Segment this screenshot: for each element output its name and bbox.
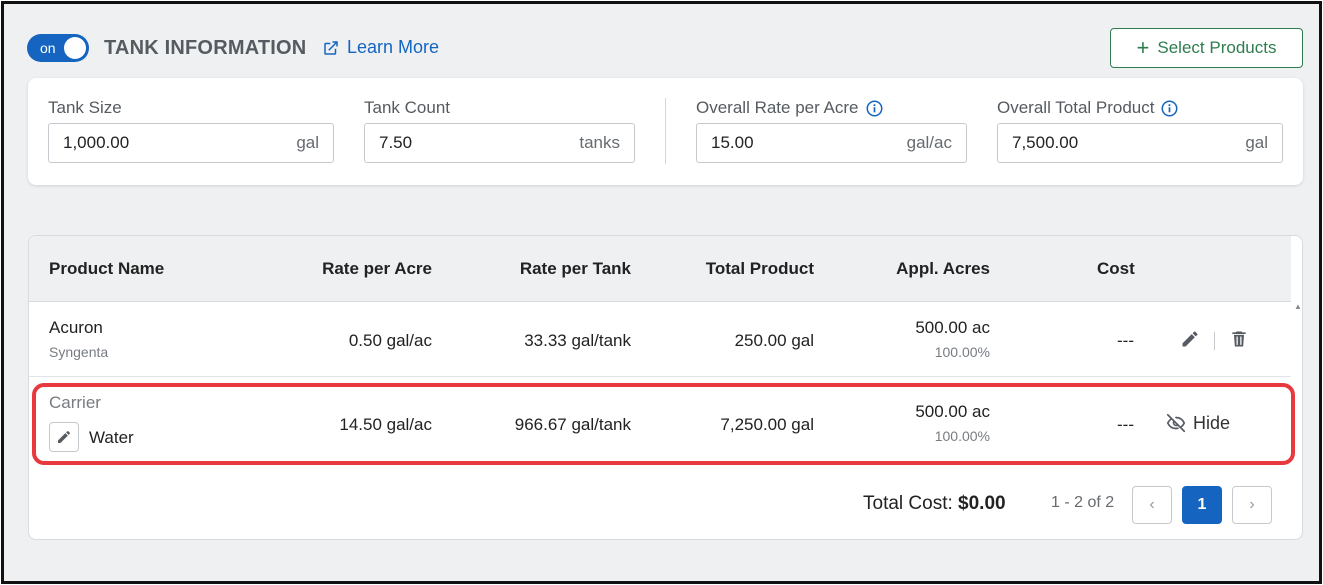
tank-info-toggle[interactable]: on [27, 34, 89, 62]
scroll-up-arrow[interactable]: ▲ [1294, 302, 1302, 311]
eye-off-icon [1166, 413, 1186, 433]
learn-more-label: Learn More [347, 37, 440, 57]
appl-acres-percent: 100.00% [934, 428, 990, 444]
appl-acres-percent: 100.00% [934, 344, 990, 360]
products-table: Product Name Rate per Acre Rate per Tank… [28, 235, 1303, 540]
rate-per-acre: 0.50 gal/ac [348, 331, 432, 350]
product-name: Water [89, 428, 134, 447]
col-product-name[interactable]: Product Name [49, 259, 164, 279]
overall-total-label: Overall Total Product [997, 98, 1178, 118]
info-icon[interactable] [866, 100, 883, 117]
col-rate-per-acre[interactable]: Rate per Acre [229, 259, 432, 279]
learn-more-link[interactable]: Learn More [322, 37, 439, 58]
info-icon[interactable] [1161, 100, 1178, 117]
overall-rate-label-text: Overall Rate per Acre [696, 98, 859, 117]
appl-acres: 500.00 ac [915, 318, 990, 337]
tank-count-label: Tank Count [364, 98, 450, 118]
toggle-label: on [40, 40, 56, 56]
overall-total-unit: gal [1245, 133, 1268, 152]
overall-total-value: 7,500.00 [1012, 133, 1079, 152]
appl-acres: 500.00 ac [915, 402, 990, 421]
tank-size-unit: gal [296, 133, 319, 152]
rate-per-acre: 14.50 gal/ac [339, 415, 432, 434]
edit-pencil-icon[interactable] [1180, 329, 1200, 349]
overall-total-field[interactable]: 7,500.00 gal [997, 123, 1283, 163]
tank-size-label-text: Tank Size [48, 98, 122, 117]
action-divider [1214, 332, 1215, 350]
chevron-left-icon: ‹ [1149, 496, 1155, 513]
tank-inputs-card: Tank Size 1,000.00 gal Tank Count 7.50 t… [28, 78, 1303, 185]
tank-size-label: Tank Size [48, 98, 122, 118]
edit-carrier-button[interactable] [49, 422, 79, 452]
overall-total-label-text: Overall Total Product [997, 98, 1155, 117]
product-name: Acuron [49, 318, 103, 337]
select-products-label: Select Products [1157, 38, 1277, 57]
col-cost[interactable]: Cost [1097, 259, 1135, 279]
toggle-knob [64, 37, 86, 59]
chevron-right-icon: › [1249, 496, 1255, 513]
tank-information-panel: on TANK INFORMATION Learn More + Select … [1, 1, 1322, 584]
prev-page-button[interactable]: ‹ [1132, 486, 1172, 524]
pencil-icon [58, 430, 70, 443]
table-header: Product Name Rate per Acre Rate per Tank… [29, 236, 1291, 302]
tank-count-unit: tanks [579, 133, 620, 152]
rate-per-tank: 33.33 gal/tank [524, 331, 631, 350]
external-link-icon [324, 40, 338, 55]
col-appl-acres[interactable]: Appl. Acres [829, 259, 990, 279]
rate-per-tank: 966.67 gal/tank [514, 415, 631, 434]
col-rate-per-tank[interactable]: Rate per Tank [449, 259, 631, 279]
total-product: 250.00 gal [734, 331, 814, 350]
total-product: 7,250.00 gal [720, 415, 814, 434]
overall-rate-value: 15.00 [711, 133, 754, 152]
col-total-product[interactable]: Total Product [649, 259, 814, 279]
tank-count-value: 7.50 [379, 133, 413, 152]
overall-rate-unit: gal/ac [906, 133, 952, 152]
row-divider [29, 376, 1291, 377]
pagination-range: 1 - 2 of 2 [1051, 494, 1115, 511]
next-page-button[interactable]: › [1232, 486, 1272, 524]
tank-size-field[interactable]: 1,000.00 gal [48, 123, 334, 163]
tank-count-field[interactable]: 7.50 tanks [364, 123, 635, 163]
total-cost: Total Cost: $0.00 [863, 493, 1006, 515]
section-title: TANK INFORMATION [104, 37, 307, 59]
product-manufacturer: Syngenta [49, 344, 109, 360]
tank-count-label-text: Tank Count [364, 98, 450, 117]
total-cost-value: $0.00 [958, 493, 1006, 514]
cost: --- [1117, 331, 1134, 350]
cost: --- [1117, 415, 1134, 434]
trash-icon[interactable] [1229, 329, 1249, 349]
total-cost-label: Total Cost: [863, 493, 953, 514]
tank-size-value: 1,000.00 [63, 133, 130, 152]
overall-rate-field[interactable]: 15.00 gal/ac [696, 123, 967, 163]
field-divider [665, 98, 666, 164]
page-1-button[interactable]: 1 [1182, 486, 1222, 524]
hide-button[interactable]: Hide [1165, 412, 1230, 434]
overall-rate-label: Overall Rate per Acre [696, 98, 883, 118]
select-products-button[interactable]: + Select Products [1110, 28, 1303, 68]
carrier-label: Carrier [49, 393, 101, 412]
plus-icon: + [1136, 35, 1150, 60]
hide-label: Hide [1193, 412, 1231, 433]
